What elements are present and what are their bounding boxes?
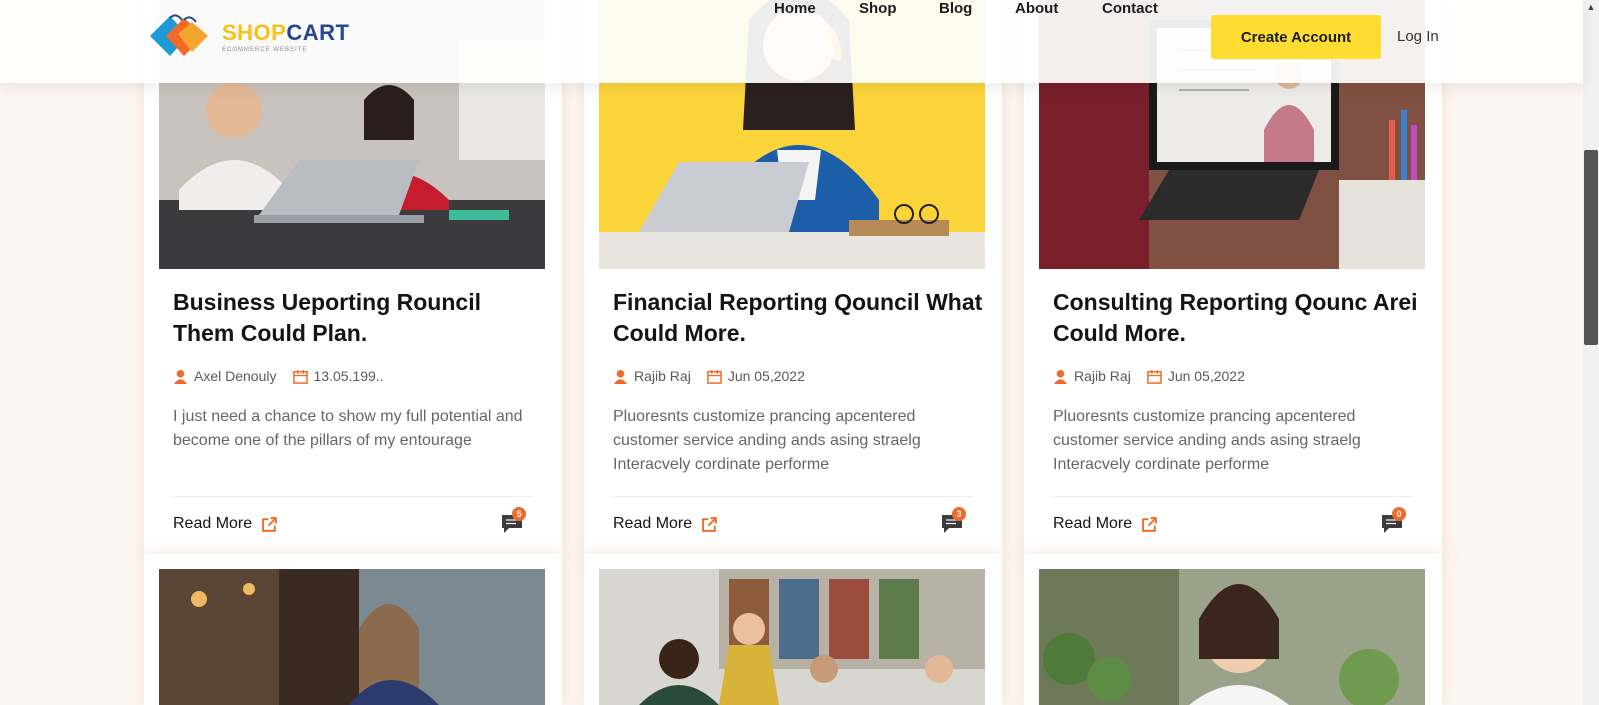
nav-home[interactable]: Home [774,0,816,17]
post-excerpt: Pluoresnts customize prancing apcentered… [613,408,921,473]
blog-card: Financial Reporting Qouncil What Could M… [584,0,1002,556]
read-more-label: Read More [173,515,253,532]
divider [173,496,533,497]
post-title[interactable]: Business Ueporting Rouncil Them Could Pl… [173,287,543,349]
post-author: Rajib Raj [1074,368,1131,384]
external-link-icon [262,516,277,532]
blog-card [584,554,1002,705]
post-excerpt: Pluoresnts customize prancing apcentered… [1053,408,1361,473]
post-meta: Rajib Raj Jun 05,2022 [1053,368,1245,384]
blog-card [1024,554,1442,705]
nav-blog[interactable]: Blog [939,0,972,17]
create-account-button[interactable]: Create Account [1211,15,1381,59]
logo-tagline: ECOMMERCE WEBSITE [222,46,308,53]
page-scrollbar[interactable]: ▲ [1583,0,1599,705]
logo[interactable]: SHOPCART ECOMMERCE WEBSITE [148,14,349,60]
post-title[interactable]: Consulting Reporting Qounc Arei Could Mo… [1053,287,1423,349]
divider [613,496,973,497]
calendar-icon [1147,369,1162,384]
blog-card: Consulting Reporting Qounc Arei Could Mo… [1024,0,1442,556]
shopping-bags-icon [150,14,208,56]
blog-card [144,554,562,705]
user-icon [613,369,628,384]
nav-contact[interactable]: Contact [1102,0,1158,17]
post-excerpt: I just need a chance to show my full pot… [173,408,523,449]
post-image[interactable] [159,569,545,705]
post-image[interactable] [1039,569,1425,705]
post-date: 13.05.199.. [313,368,384,384]
post-meta: Axel Denouly 13.05.199.. [173,368,384,384]
read-more-link[interactable]: Read More [613,515,718,533]
login-link[interactable]: Log In [1397,28,1439,45]
comment-count[interactable]: 3 [940,507,966,535]
scrollbar-thumb[interactable] [1584,150,1598,345]
post-author: Axel Denouly [194,368,277,384]
read-more-label: Read More [1053,515,1133,532]
external-link-icon [1142,516,1157,532]
calendar-icon [292,369,308,384]
nav-about[interactable]: About [1015,0,1058,17]
comment-badge: 3 [952,507,966,521]
post-author: Rajib Raj [634,368,691,384]
read-more-label: Read More [613,515,693,532]
blog-card: Business Ueporting Rouncil Them Could Pl… [144,0,562,556]
logo-word-cart: CART [286,19,350,45]
external-link-icon [702,516,717,532]
post-date: Jun 05,2022 [727,368,805,384]
read-more-link[interactable]: Read More [1053,515,1158,533]
comment-count[interactable]: 0 [1380,507,1406,535]
comment-count[interactable]: 5 [500,507,526,535]
post-image[interactable] [599,569,985,705]
site-header: SHOPCART ECOMMERCE WEBSITE Home Shop Blo… [0,0,1583,83]
post-meta: Rajib Raj Jun 05,2022 [613,368,805,384]
calendar-icon [707,369,722,384]
read-more-link[interactable]: Read More [173,515,278,533]
post-date: Jun 05,2022 [1167,368,1245,384]
comment-badge: 0 [1392,507,1406,521]
user-icon [173,369,188,384]
nav-shop[interactable]: Shop [859,0,897,17]
logo-word-shop: SHOP [222,19,287,45]
divider [1053,496,1413,497]
scroll-up-icon[interactable]: ▲ [1583,0,1599,14]
user-icon [1053,369,1068,384]
comment-badge: 5 [512,507,526,521]
post-title[interactable]: Financial Reporting Qouncil What Could M… [613,287,983,349]
